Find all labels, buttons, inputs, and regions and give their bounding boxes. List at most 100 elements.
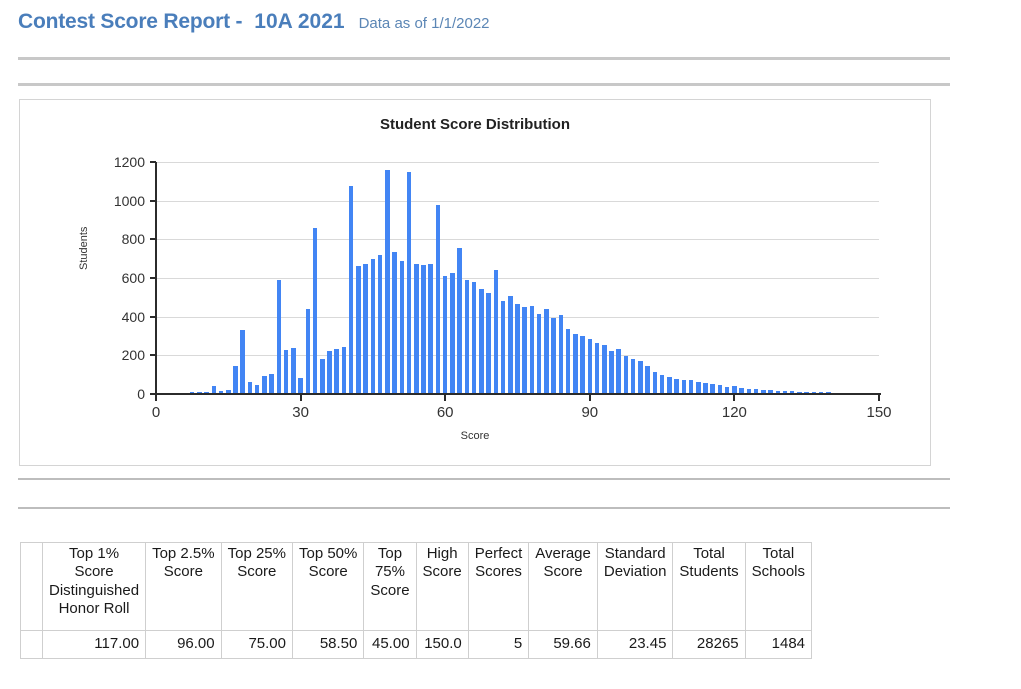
page-header: Contest Score Report - 10A 2021 Data as … [18, 10, 490, 34]
histogram-bar [370, 258, 376, 394]
histogram-bar [681, 379, 687, 394]
table-column-header-line: 75% [374, 563, 405, 581]
page-title: Contest Score Report - [18, 10, 243, 33]
table-column-header-line: High [426, 545, 458, 562]
table-cell: 117.00 [41, 630, 147, 659]
table-cell: 59.66 [528, 630, 598, 659]
histogram-bar [659, 374, 665, 394]
y-tick-label: 600 [121, 270, 145, 286]
histogram-bar [674, 378, 679, 394]
histogram-bar [544, 308, 549, 394]
histogram-bar [414, 264, 419, 394]
x-tick-mark [733, 394, 736, 401]
histogram-bar [442, 276, 448, 394]
divider-above-table [18, 507, 950, 509]
table-column-header-line: Total [693, 545, 725, 562]
table-cell: 58.50 [291, 630, 365, 659]
histogram-bar [667, 376, 672, 394]
contest-name: 10A 2021 [254, 10, 345, 33]
x-tick-mark [444, 394, 447, 401]
y-axis-line [155, 162, 157, 395]
x-tick-mark [299, 394, 302, 401]
histogram-plot: 0 200 400 600 800 1000 1200 0 30 60 90 120 150 [114, 154, 892, 421]
histogram-bar [486, 293, 491, 394]
table-column-header-line: Score [543, 563, 583, 581]
histogram-bar [298, 377, 303, 394]
histogram-bar [283, 349, 289, 394]
table-cell: 1484 [744, 630, 813, 659]
table-column-header: Top 1% Score Distinguished Honor Roll [41, 542, 147, 631]
y-tick-label: 1200 [113, 154, 145, 170]
histogram-bar [305, 308, 311, 394]
y-tick-label: 400 [121, 308, 145, 325]
histogram-bar [594, 342, 600, 394]
table-column-header: Top 50% Score [291, 542, 365, 631]
table-column-header: High Score [415, 542, 469, 631]
x-axis-line [154, 393, 881, 395]
table-cell: 5 [467, 630, 530, 659]
histogram-bar [630, 359, 636, 394]
histogram-bar [385, 169, 390, 394]
table-column-header: Total Schools [744, 542, 813, 631]
histogram-bar [536, 313, 542, 394]
table-column-header-line: Top 50% [298, 545, 358, 562]
summary-table: Top 1% Score Distinguished Honor Roll Top 2.… [20, 542, 813, 659]
histogram-bar [529, 306, 535, 394]
y-tick-label: 1000 [113, 192, 145, 209]
y-tick-label: 800 [121, 231, 145, 248]
table-column-header-line: Top 2.5% [152, 545, 215, 562]
histogram-bar [312, 227, 318, 394]
table-cell: 28265 [672, 630, 746, 659]
table-cell: 150.0 [415, 630, 469, 659]
table-column-header-line: Score [422, 563, 462, 581]
histogram-bar [638, 361, 643, 394]
table-column-header-line: Total [762, 545, 795, 562]
histogram-bar [291, 347, 296, 394]
gridline [156, 162, 879, 163]
histogram-bar [500, 301, 506, 394]
histogram-bar [435, 204, 441, 394]
histogram-bar [623, 356, 629, 394]
chart-panel: Student Score Distribution Students 0 200… [19, 99, 931, 466]
table-column-header-line: Honor Roll [58, 599, 130, 617]
table-header-row: Top 1% Score Distinguished Honor Roll Top 2.… [20, 542, 813, 631]
table-column-header-line: Deviation [603, 563, 667, 581]
table-column-header-line: Top 1% [69, 545, 120, 562]
table-row-label-cell [20, 630, 43, 659]
table-column-header-line: Scores [475, 563, 522, 581]
histogram-bar [616, 348, 621, 394]
x-tick-label: 150 [866, 404, 892, 421]
table-row: 117.00 96.00 75.00 58.50 45.00 150.0 5 59.66 23.… [20, 630, 813, 659]
histogram-bar [356, 266, 361, 394]
histogram-bar [363, 263, 368, 394]
table-column-header: Total Students [672, 542, 746, 631]
histogram-bar [421, 265, 426, 394]
table-column-header: Top 25% Score [220, 542, 293, 631]
x-tick-mark [155, 394, 157, 401]
x-tick-mark [878, 394, 880, 401]
table-column-header-line: Top [377, 545, 403, 562]
histogram-bar [240, 330, 245, 394]
histogram-bar [320, 359, 325, 394]
table-column-header-line: Score [308, 563, 348, 581]
table-column-header-line: Standard [604, 545, 666, 562]
y-tick-label: 200 [121, 347, 145, 364]
table-row-label-header [20, 542, 43, 631]
x-tick-label: 60 [436, 404, 454, 421]
histogram-bar [515, 304, 520, 394]
histogram-bar [580, 336, 585, 394]
table-column-header-line: Top 25% [227, 545, 286, 562]
histogram-bar [276, 279, 282, 394]
histogram-bar [587, 338, 593, 394]
histogram-bar [377, 254, 383, 394]
table-column-header-line: Score [163, 563, 203, 581]
x-axis-title: Score [460, 430, 490, 442]
histogram-bar [428, 263, 433, 394]
x-tick-mark [588, 394, 591, 401]
x-tick-label: 0 [151, 404, 161, 421]
gridline [156, 278, 879, 279]
table-cell: 23.45 [596, 630, 674, 659]
table-column-header: Perfect Scores [467, 542, 530, 631]
histogram-bar [471, 281, 477, 394]
y-axis-title: Students [78, 226, 90, 270]
